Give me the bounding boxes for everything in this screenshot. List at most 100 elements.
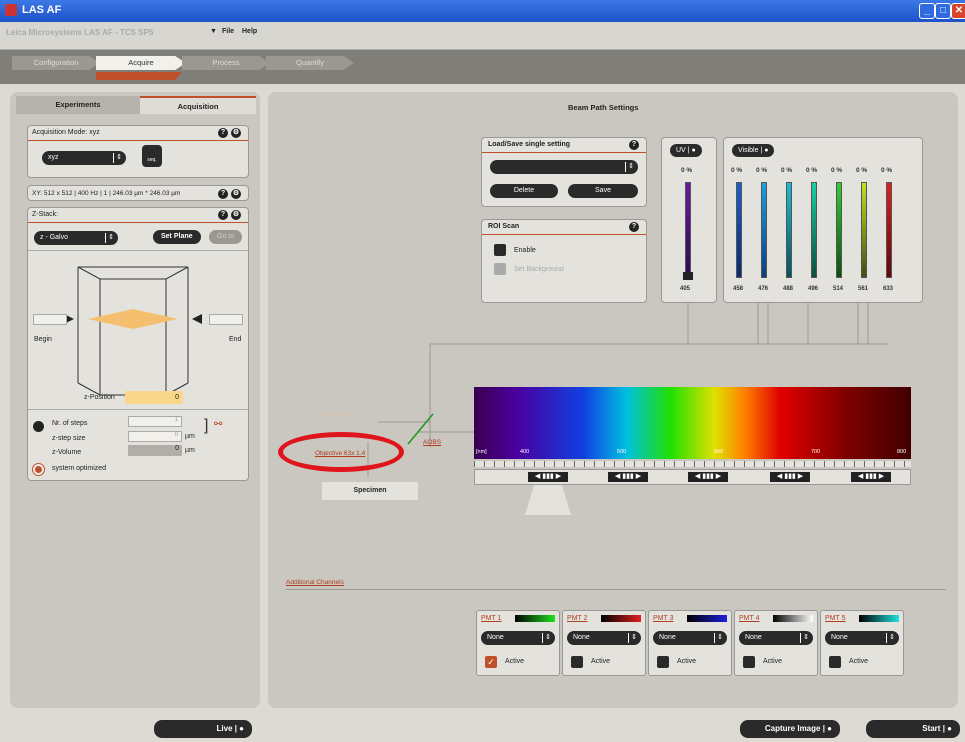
workflow-tabs: Configuration Acquire Process Quantify: [0, 50, 965, 84]
nsteps-radio[interactable]: [33, 421, 44, 432]
pmt1-active-checkbox[interactable]: ✓: [485, 656, 497, 668]
pmt4-label[interactable]: PMT 4: [739, 615, 760, 622]
pmt2-range-slider[interactable]: ◀ ▮▮▮ ▶: [608, 472, 648, 482]
settings-icon[interactable]: ⚙: [231, 210, 241, 220]
specimen-box: Specimen: [322, 482, 418, 500]
app-name: Leica Microsystems LAS AF - TCS SP5: [6, 28, 154, 37]
menu-arrow-icon[interactable]: ▼: [210, 28, 217, 35]
acquisition-mode-box: Acquisition Mode: xyz ? ⚙ xyz ⇕ seq.: [27, 125, 249, 178]
nsteps-label: Nr. of steps: [52, 420, 88, 427]
pmt4-select[interactable]: None ⇕: [739, 631, 813, 645]
settings-icon[interactable]: ⚙: [231, 189, 241, 199]
pmt1-range-slider[interactable]: ◀ ▮▮▮ ▶: [528, 472, 568, 482]
live-indicator-icon: ●: [239, 724, 244, 733]
menu-file[interactable]: File: [222, 28, 234, 35]
help-icon[interactable]: ?: [218, 128, 228, 138]
pmt3-lut[interactable]: [687, 615, 727, 622]
pmt2-lut[interactable]: [601, 615, 641, 622]
spectrum-tick-500: 500: [617, 449, 627, 455]
xy-info: XY: 512 x 512 | 400 Hz | 1 | 246.03 µm *…: [32, 190, 181, 197]
pmt5-label[interactable]: PMT 5: [825, 615, 846, 622]
active-tab-indicator: [96, 72, 182, 80]
link-chain-icon[interactable]: ⚯: [214, 419, 222, 430]
zpos-field[interactable]: 0: [125, 391, 183, 404]
pmt2-active-checkbox[interactable]: [571, 656, 583, 668]
aobs-link[interactable]: AOBS: [423, 439, 441, 446]
acq-mode-select[interactable]: xyz ⇕: [42, 151, 126, 165]
start-indicator-icon: ●: [947, 724, 952, 733]
pmt4-range-slider[interactable]: ◀ ▮▮▮ ▶: [770, 472, 810, 482]
spectrum-scale: [474, 461, 911, 467]
settings-icon[interactable]: ⚙: [231, 128, 241, 138]
pmt3-box: PMT 3 None ⇕ Active: [648, 610, 732, 676]
help-icon[interactable]: ?: [218, 189, 228, 199]
pmt1-label[interactable]: PMT 1: [481, 615, 502, 622]
tab-quantify[interactable]: Quantify: [266, 56, 354, 70]
begin-label: Begin: [34, 336, 52, 343]
acq-mode-label: Acquisition Mode: xyz: [32, 129, 100, 136]
zstack-label: Z-Stack:: [32, 211, 59, 218]
end-field[interactable]: [209, 314, 243, 325]
bracket-icon: ]: [204, 417, 209, 434]
pmt4-active-checkbox[interactable]: [743, 656, 755, 668]
pmt3-range-slider[interactable]: ◀ ▮▮▮ ▶: [688, 472, 728, 482]
pmt5-lut[interactable]: [859, 615, 899, 622]
highlight-ellipse: [278, 432, 404, 472]
capture-image-button[interactable]: Capture Image | ●: [740, 720, 840, 738]
zstep-label: z-step size: [52, 435, 86, 442]
pmt4-lut[interactable]: [773, 615, 813, 622]
spectrum-bar: [nm] 400 500 600 700 800: [474, 387, 911, 459]
additional-channels-link[interactable]: Additional Channels: [286, 579, 344, 586]
help-icon[interactable]: ?: [218, 210, 228, 220]
pmt5-select[interactable]: None ⇕: [825, 631, 899, 645]
app-logo-icon: [5, 4, 17, 16]
maximize-button[interactable]: □: [935, 3, 951, 19]
seq-button[interactable]: seq.: [142, 145, 162, 167]
pmt5-box: PMT 5 None ⇕ Active: [820, 610, 904, 676]
tab-experiments[interactable]: Experiments: [16, 96, 140, 114]
capture-indicator-icon: ●: [827, 724, 832, 733]
illumination-link[interactable]: Illumination: [317, 412, 350, 419]
nsteps-field[interactable]: 1: [128, 416, 182, 427]
pmt2-box: PMT 2 None ⇕ Active: [562, 610, 646, 676]
pmt2-active-label: Active: [591, 658, 611, 665]
tab-acquire[interactable]: Acquire: [96, 56, 186, 70]
pmt3-active-checkbox[interactable]: [657, 656, 669, 668]
menu-help[interactable]: Help: [242, 28, 257, 35]
spectrum-tick-800: 800: [897, 449, 907, 455]
pmt1-select[interactable]: None ⇕: [481, 631, 555, 645]
go-to-button[interactable]: Go to: [209, 230, 243, 244]
zstack-mode-select[interactable]: z - Galvo ⇕: [34, 231, 118, 245]
window-title: LAS AF: [22, 4, 62, 16]
pmt5-active-label: Active: [849, 658, 869, 665]
tab-configuration[interactable]: Configuration: [12, 56, 100, 70]
zpos-label: z-Position: [84, 394, 115, 401]
zstack-cube-diagram: [64, 266, 202, 396]
close-button[interactable]: ✕: [951, 3, 965, 19]
pmt3-active-label: Active: [677, 658, 697, 665]
tab-process[interactable]: Process: [182, 56, 270, 70]
set-plane-button[interactable]: Set Plane: [153, 230, 201, 244]
spectrum-tick-600: 600: [714, 449, 724, 455]
minimize-button[interactable]: _: [919, 3, 935, 19]
spectrum-nm-label: [nm]: [476, 449, 487, 455]
pmt4-active-label: Active: [763, 658, 783, 665]
pmt2-select[interactable]: None ⇕: [567, 631, 641, 645]
pmt5-active-checkbox[interactable]: [829, 656, 841, 668]
pmt1-active-label: Active: [505, 658, 525, 665]
zstep-field[interactable]: 0: [128, 431, 182, 442]
pmt1-lut[interactable]: [515, 615, 555, 622]
tab-acquisition[interactable]: Acquisition: [140, 96, 256, 114]
pmt4-box: PMT 4 None ⇕ Active: [734, 610, 818, 676]
sys-optimized-radio[interactable]: [33, 464, 44, 475]
pmt5-range-slider[interactable]: ◀ ▮▮▮ ▶: [851, 472, 891, 482]
window-titlebar: LAS AF _ □ ✕: [0, 0, 965, 22]
end-label: End: [229, 336, 242, 343]
pmt3-select[interactable]: None ⇕: [653, 631, 727, 645]
pmt2-label[interactable]: PMT 2: [567, 615, 588, 622]
live-button[interactable]: Live | ●: [154, 720, 252, 738]
begin-field[interactable]: [33, 314, 67, 325]
start-button[interactable]: Start | ●: [866, 720, 960, 738]
pmt3-label[interactable]: PMT 3: [653, 615, 674, 622]
zstep-unit: µm: [185, 433, 195, 440]
